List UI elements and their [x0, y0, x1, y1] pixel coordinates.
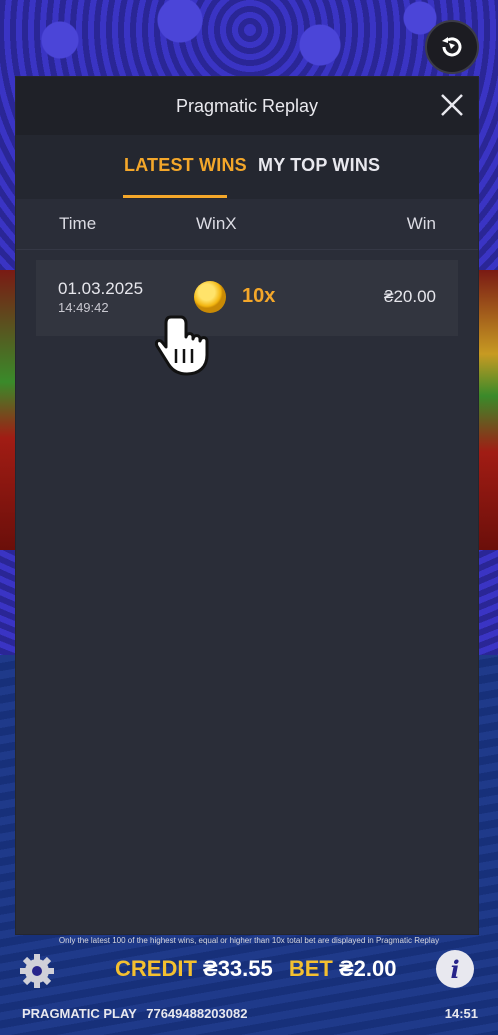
column-header-winx: WinX [196, 214, 237, 233]
active-tab-indicator [123, 195, 227, 198]
info-icon: i [450, 954, 460, 984]
close-icon [441, 94, 463, 116]
hand-cursor-icon [155, 315, 209, 376]
game-reel-edge-left [0, 270, 16, 550]
brand-session: PRAGMATIC PLAY 77649488203082 [22, 1006, 247, 1021]
modal-header: Pragmatic Replay [16, 77, 478, 135]
row-time: 14:49:42 [58, 300, 109, 315]
close-button[interactable] [438, 91, 466, 119]
info-button[interactable]: i [436, 950, 474, 988]
tab-latest-wins[interactable]: LATEST WINS [124, 155, 247, 176]
column-header-time: Time [59, 214, 97, 233]
row-date: 01.03.2025 [58, 279, 144, 298]
clock: 14:51 [444, 1006, 478, 1021]
tab-my-top-wins[interactable]: MY TOP WINS [258, 155, 380, 176]
brand-name: PRAGMATIC PLAY [22, 1006, 137, 1021]
column-header-win: Win [406, 214, 436, 233]
tab-bar: LATEST WINS MY TOP WINS [16, 135, 478, 199]
credit-label: CREDIT [115, 956, 197, 981]
game-reel-edge-right [476, 270, 498, 550]
gear-icon[interactable] [18, 952, 56, 990]
status-strip: PRAGMATIC PLAY 77649488203082 14:51 [0, 1000, 498, 1035]
replay-icon [442, 37, 462, 57]
modal-title: Pragmatic Replay [175, 95, 319, 116]
bet-value: ₴2.00 [339, 956, 397, 981]
session-id: 77649488203082 [146, 1006, 248, 1021]
table-row[interactable]: 01.03.2025 14:49:42 10x ₴20.00 [36, 260, 458, 336]
bet-label: BET [288, 956, 333, 981]
coin-icon [194, 281, 226, 313]
row-win-amount: ₴20.00 [384, 287, 436, 306]
replay-button[interactable] [425, 20, 479, 74]
credit-value: ₴33.55 [203, 956, 273, 981]
disclaimer-text: Only the latest 100 of the highest wins,… [58, 936, 440, 945]
row-multiplier: 10x [242, 285, 276, 307]
replay-modal: Pragmatic Replay LATEST WINS MY TOP WINS… [16, 77, 478, 934]
table-header: Time WinX Win [16, 199, 478, 250]
credit-bet-bar: CREDIT ₴33.55 BET ₴2.00 [115, 956, 397, 982]
